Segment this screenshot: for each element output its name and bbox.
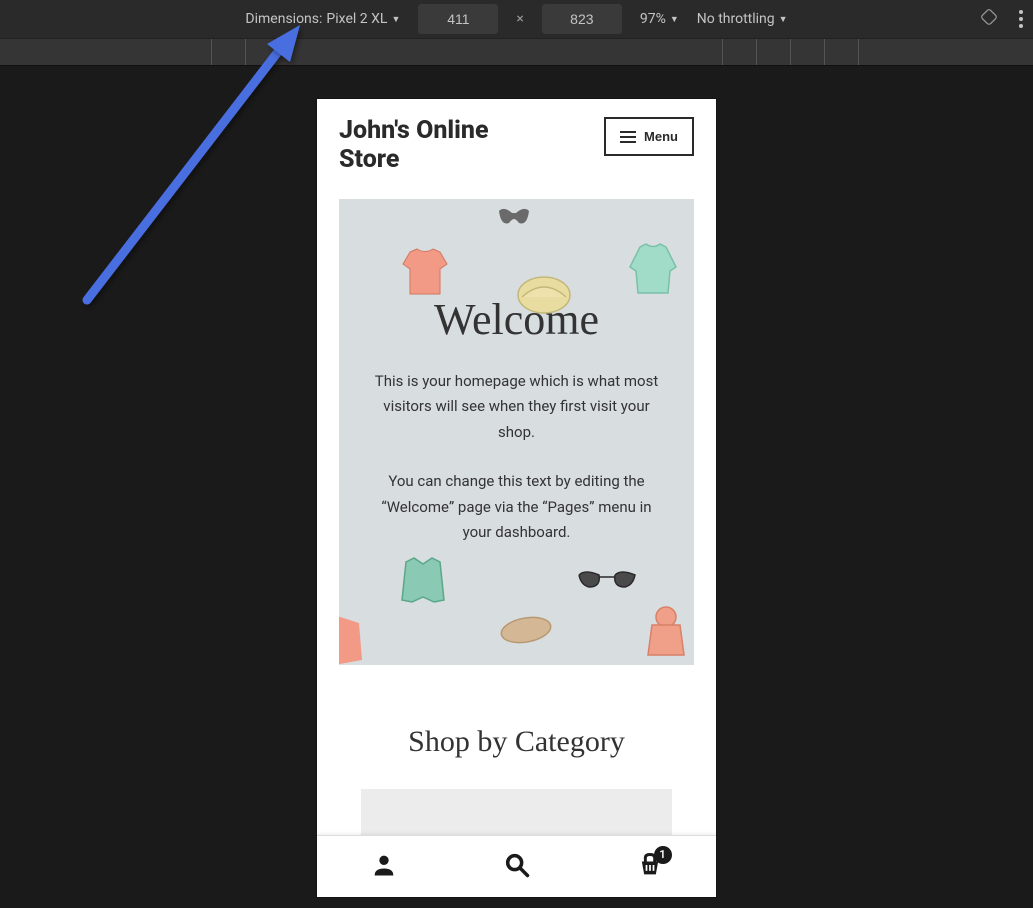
cart-nav-item[interactable]: 1 (636, 851, 664, 883)
device-dropdown[interactable]: Dimensions: Pixel 2 XL ▼ (245, 11, 400, 27)
dimensions-label: Dimensions: (245, 11, 322, 27)
hero-section: Welcome This is your homepage which is w… (339, 199, 694, 665)
user-icon (370, 851, 398, 879)
height-input[interactable] (542, 4, 622, 34)
sunglasses2-doodle-icon (575, 565, 639, 595)
width-input[interactable] (418, 4, 498, 34)
jacket-doodle-icon (394, 552, 452, 610)
shirt-edge-doodle-icon (339, 615, 364, 665)
hero-paragraph-2: You can change this text by editing the … (369, 469, 664, 546)
times-separator: × (516, 11, 523, 27)
cap-doodle-icon (514, 267, 574, 317)
menu-label: Menu (644, 129, 678, 144)
shop-heading: Shop by Category (339, 725, 694, 759)
menu-button[interactable]: Menu (604, 117, 694, 156)
tshirt-doodle-icon (395, 244, 455, 302)
viewport-area: John's Online Store Menu Welcome This is… (0, 66, 1033, 908)
hoodie-doodle-icon (640, 605, 692, 660)
search-icon (503, 851, 531, 879)
device-name: Pixel 2 XL (326, 11, 387, 27)
site-title[interactable]: John's Online Store (339, 117, 539, 175)
throttling-dropdown[interactable]: No throttling ▼ (697, 11, 788, 27)
shoe-doodle-icon (499, 612, 554, 647)
sweater-doodle-icon (622, 239, 684, 301)
rotate-icon[interactable] (979, 7, 999, 31)
search-nav-item[interactable] (503, 851, 531, 883)
hamburger-icon (620, 131, 636, 143)
chevron-down-icon: ▼ (779, 14, 788, 25)
ruler (0, 38, 1033, 66)
cart-badge: 1 (654, 846, 672, 864)
hero-paragraph-1: This is your homepage which is what most… (369, 369, 664, 446)
device-preview: John's Online Store Menu Welcome This is… (317, 99, 716, 897)
chevron-down-icon: ▼ (670, 14, 679, 25)
zoom-dropdown[interactable]: 97% ▼ (640, 11, 679, 27)
chevron-down-icon: ▼ (391, 14, 400, 25)
account-nav-item[interactable] (370, 851, 398, 883)
bottom-nav: 1 (317, 835, 716, 897)
devtools-toolbar: Dimensions: Pixel 2 XL ▼ × 97% ▼ No thro… (0, 0, 1033, 38)
kebab-menu-icon[interactable] (1019, 10, 1023, 28)
zoom-value: 97% (640, 11, 666, 27)
throttling-value: No throttling (697, 11, 775, 27)
site-header: John's Online Store Menu (317, 99, 716, 185)
sunglasses-doodle-icon (494, 201, 534, 237)
